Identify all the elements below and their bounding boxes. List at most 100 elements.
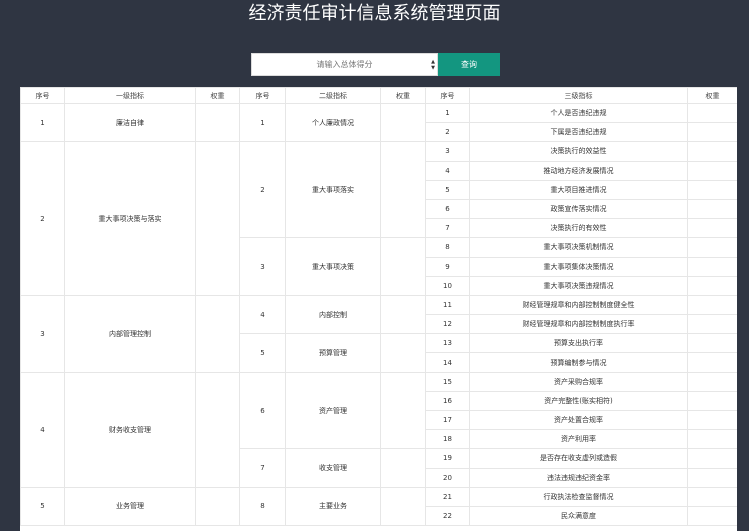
- col-header-l1-weight: 权重: [195, 87, 240, 104]
- l3-no-cell: 18: [425, 429, 470, 450]
- l2-weight-cell: [380, 486, 426, 527]
- l2-name-cell: 个人廉政情况: [285, 102, 381, 143]
- l3-weight-cell: [687, 352, 737, 373]
- l3-name-cell: 资产完整性(账实相符): [469, 390, 688, 412]
- l3-name-cell: 行政执法检查监督情况: [469, 486, 688, 507]
- l3-no-cell: 10: [425, 275, 470, 296]
- l3-no-cell: 20: [425, 467, 470, 488]
- l3-name-cell: 资产利用率: [469, 429, 688, 450]
- l3-name-cell: 是否存在收支虚列或造假: [469, 448, 688, 469]
- l3-name-cell: 重大事项决策机制情况: [469, 237, 688, 258]
- col-header-l2-weight: 权重: [380, 87, 426, 104]
- l1-no-cell: 5: [20, 486, 65, 527]
- l3-no-cell: 1: [425, 102, 470, 124]
- l3-no-cell: 21: [425, 486, 470, 507]
- l1-weight-cell: [195, 102, 240, 143]
- l3-no-cell: 7: [425, 218, 470, 239]
- l3-no-cell: 15: [425, 371, 470, 392]
- l3-weight-cell: [687, 486, 737, 507]
- l3-no-cell: 3: [425, 141, 470, 162]
- l3-weight-cell: [687, 467, 737, 488]
- col-header-l1-name: 一级指标: [64, 87, 196, 104]
- l3-weight-cell: [687, 198, 737, 220]
- l2-no-cell: 7: [239, 448, 286, 488]
- l1-weight-cell: [195, 371, 240, 488]
- l2-weight-cell: [380, 237, 426, 296]
- l2-name-cell: 预算管理: [285, 333, 381, 373]
- l3-name-cell: 违法违规违纪资金率: [469, 467, 688, 488]
- l3-name-cell: 推动地方经济发展情况: [469, 160, 688, 181]
- l2-name-cell: 资产管理: [285, 371, 381, 450]
- l2-no-cell: 2: [239, 141, 286, 239]
- l3-name-cell: 财经管理规章和内部控制制度执行率: [469, 314, 688, 335]
- l3-weight-cell: [687, 256, 737, 277]
- indicator-table: 序号 一级指标 权重 序号 二级指标 权重 序号 三级指标 权重 1 廉洁自律 …: [20, 87, 737, 527]
- l3-weight-cell: [687, 314, 737, 335]
- table-row: 3 内部管理控制 4 内部控制 11 财经管理规章和内部控制制度健全性: [20, 294, 737, 373]
- l3-no-cell: 11: [425, 294, 470, 316]
- page-title: 经济责任审计信息系统管理页面: [248, 3, 501, 24]
- table-header-row: 序号 一级指标 权重 序号 二级指标 权重 序号 三级指标 权重: [20, 87, 737, 104]
- l3-name-cell: 民众满意度: [469, 505, 688, 527]
- l3-weight-cell: [687, 102, 737, 124]
- table-row: 1 廉洁自律 1 个人廉政情况 1 个人是否违纪违规: [20, 102, 737, 143]
- l3-no-cell: 4: [425, 160, 470, 181]
- l3-weight-cell: [687, 505, 737, 527]
- col-header-l1-no: 序号: [20, 87, 65, 104]
- l3-no-cell: 16: [425, 390, 470, 412]
- l1-name-cell: 重大事项决策与落实: [64, 141, 196, 296]
- number-spinner-icon[interactable]: ▲ ▼: [429, 56, 437, 73]
- l3-weight-cell: [687, 160, 737, 181]
- l2-name-cell: 重大事项落实: [285, 141, 381, 239]
- l1-name-cell: 廉洁自律: [64, 102, 196, 143]
- col-header-l2-name: 二级指标: [285, 87, 381, 104]
- l2-no-cell: 3: [239, 237, 286, 296]
- l2-name-cell: 主要业务: [285, 486, 381, 527]
- l3-no-cell: 8: [425, 237, 470, 258]
- l2-name-cell: 收支管理: [285, 448, 381, 488]
- l3-no-cell: 6: [425, 198, 470, 220]
- l3-no-cell: 19: [425, 448, 470, 469]
- l1-name-cell: 内部管理控制: [64, 294, 196, 373]
- col-header-l3-name: 三级指标: [469, 87, 688, 104]
- l1-no-cell: 3: [20, 294, 65, 373]
- l2-weight-cell: [380, 448, 426, 488]
- l2-weight-cell: [380, 333, 426, 373]
- l3-name-cell: 个人是否违纪违规: [469, 102, 688, 124]
- l1-name-cell: 业务管理: [64, 486, 196, 527]
- l3-weight-cell: [687, 122, 737, 143]
- l1-no-cell: 4: [20, 371, 65, 488]
- l3-weight-cell: [687, 218, 737, 239]
- l3-weight-cell: [687, 237, 737, 258]
- l3-name-cell: 决策执行的有效性: [469, 218, 688, 239]
- table-row: 2 重大事项决策与落实 2 重大事项落实 3 决策执行的效益性: [20, 141, 737, 296]
- l3-no-cell: 13: [425, 333, 470, 354]
- l3-weight-cell: [687, 390, 737, 412]
- l3-no-cell: 5: [425, 179, 470, 200]
- l2-name-cell: 内部控制: [285, 294, 381, 335]
- l3-name-cell: 下属是否违纪违规: [469, 122, 688, 143]
- l3-weight-cell: [687, 409, 737, 431]
- l3-weight-cell: [687, 179, 737, 200]
- l3-name-cell: 资产处置合规率: [469, 409, 688, 431]
- total-score-search-input[interactable]: [251, 53, 438, 76]
- l3-name-cell: 重大事项集体决策情况: [469, 256, 688, 277]
- l3-weight-cell: [687, 294, 737, 316]
- l3-weight-cell: [687, 429, 737, 450]
- l2-weight-cell: [380, 102, 426, 143]
- search-button[interactable]: 查询: [438, 53, 500, 76]
- l3-name-cell: 预算支出执行率: [469, 333, 688, 354]
- l3-name-cell: 资产采购合规率: [469, 371, 688, 392]
- l3-no-cell: 17: [425, 409, 470, 431]
- l3-no-cell: 9: [425, 256, 470, 277]
- l3-no-cell: 12: [425, 314, 470, 335]
- l3-no-cell: 2: [425, 122, 470, 143]
- l1-weight-cell: [195, 486, 240, 527]
- l3-name-cell: 政策宣传落实情况: [469, 198, 688, 220]
- l1-weight-cell: [195, 141, 240, 296]
- table-row: 4 财务收支管理 6 资产管理 15 资产采购合规率: [20, 371, 737, 488]
- l2-no-cell: 1: [239, 102, 286, 143]
- l3-no-cell: 14: [425, 352, 470, 373]
- l1-weight-cell: [195, 294, 240, 373]
- indicator-table-container: 序号 一级指标 权重 序号 二级指标 权重 序号 三级指标 权重 1 廉洁自律 …: [20, 87, 737, 531]
